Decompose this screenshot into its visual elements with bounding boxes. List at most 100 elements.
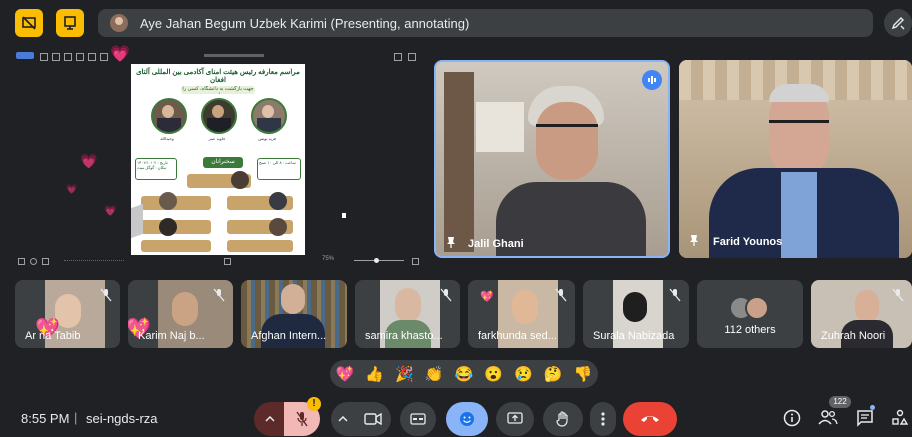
date-box: تاریخ : ۱۴۰۲/۱۰/۰۲ مکان : گوگل میت [135,158,177,180]
reaction-thumbs-up-button[interactable]: 👍 [365,365,384,383]
toolbar-icon[interactable] [42,258,49,265]
reaction-sad-button[interactable]: 😢 [514,365,533,383]
participant-name: Farid Younos [713,236,783,248]
person-face [395,288,421,322]
toolbar-icon[interactable] [412,258,419,265]
pin-icon[interactable] [689,234,699,249]
toolbar-icon[interactable] [224,258,231,265]
heart-reaction-icon: 💗 [80,153,98,169]
toolbar-icon[interactable] [30,258,37,265]
presenter-banner: Aye Jahan Begum Uzbek Karimi (Presenting… [98,9,873,37]
present-now-button[interactable] [496,402,534,436]
person-face [623,292,647,322]
reaction-thinking-button[interactable]: 🤔 [544,365,563,383]
more-vert-icon [601,412,605,426]
logo-flag [131,203,143,239]
mic-off-icon [892,288,904,302]
toolbar-icon[interactable] [76,53,84,61]
toolbar-icon[interactable] [18,258,25,265]
participant-tile[interactable]: Afghan Intern... [241,280,347,348]
section-label: سخنرانان [203,157,243,168]
speaker-photo [151,98,187,134]
speaker-photo [269,218,287,236]
person-hair [769,84,829,102]
participant-tile-farid-younos[interactable]: Farid Younos [679,60,912,258]
speaker-caption: جاوید عمر [208,136,226,141]
participant-tile[interactable]: 💖 Karim Naj b... [128,280,233,348]
reaction-heart-button[interactable]: 💖 [336,365,355,383]
toolbar-icon[interactable] [408,53,416,61]
audio-indicator-icon [642,70,662,90]
slide-toolbar [14,50,424,62]
emoji-icon [460,412,474,426]
reaction-party-button[interactable]: 🎉 [395,365,414,383]
toolbar-icon[interactable] [64,53,72,61]
participant-tile[interactable]: 💖 Ar na Tabib [15,280,120,348]
pin-icon[interactable] [446,236,456,251]
reaction-surprised-button[interactable]: 😮 [484,365,503,383]
participant-name: farkhunda sed... [478,330,557,342]
toolbar-icon[interactable] [52,53,60,61]
toolbar-icon[interactable] [16,52,34,59]
toolbar-icon[interactable] [100,53,108,61]
reactions-bar: 💖 👍 🎉 👏 😂 😮 😢 🤔 👎 [330,360,598,388]
wall-papers [476,102,524,152]
reactions-button[interactable] [446,402,488,436]
person-glasses [769,120,829,137]
chevron-up-icon [265,416,275,422]
person-face [281,284,305,314]
audio-options-button[interactable] [254,402,286,436]
participant-tile[interactable]: samira khasto... [355,280,460,348]
toolbar-icon[interactable] [40,53,48,61]
more-options-button[interactable] [590,402,616,436]
zoom-level[interactable]: 75% [322,256,334,262]
info-icon [783,409,801,427]
warning-badge: ! [307,397,321,411]
mouse-cursor-icon [342,213,346,218]
zoom-slider-handle[interactable] [374,258,379,263]
speaker-row [227,240,293,252]
participant-tile-jalil-ghani[interactable]: Jalil Ghani [434,60,670,258]
speaker-photo [159,192,177,210]
chat-button[interactable] [856,409,876,429]
heart-reaction-icon: 💗 [66,184,78,194]
speaker-caption: وحیدالله [160,136,174,141]
participant-tile[interactable]: Zuhrah Noori [811,280,912,348]
annotate-button[interactable] [884,9,912,37]
activities-button[interactable] [891,409,911,429]
meeting-details-button[interactable] [783,409,803,429]
participant-name: Surala Nabizada [593,330,675,342]
video-options-button[interactable] [331,402,355,436]
present-window-button[interactable] [56,9,84,37]
camera-toggle-button[interactable] [355,402,391,436]
toolbar-icon[interactable] [88,53,96,61]
raise-hand-button[interactable] [543,402,583,436]
mic-off-icon [213,288,225,302]
participant-tile[interactable]: 💖 farkhunda sed... [468,280,575,348]
speaker-photo [251,98,287,134]
speaker-photo [159,218,177,236]
participant-name: samira khasto... [365,330,443,342]
participant-name: Zuhrah Noori [821,330,886,342]
reaction-thumbs-down-button[interactable]: 👎 [574,365,593,383]
others-tile[interactable]: 112 others [697,280,803,348]
people-button[interactable] [818,409,840,429]
participant-tile[interactable]: Surala Nabizada [583,280,689,348]
mic-off-icon [669,288,681,302]
mic-off-icon [100,288,112,302]
captions-button[interactable] [400,402,436,436]
leave-call-button[interactable] [623,402,677,436]
reaction-laugh-button[interactable]: 😂 [455,365,474,383]
captions-icon [410,413,426,425]
speaker-caption: فرید یونس [258,136,276,141]
toolbar-icon[interactable] [394,53,402,61]
others-count: 112 others [724,324,776,336]
slide-bottombar: 75% [14,255,424,267]
chevron-up-icon [338,416,348,422]
stop-presenting-button[interactable] [15,9,43,37]
person-face [172,292,198,326]
zoom-slider[interactable] [354,260,404,261]
shared-slide: مراسم معارفه رئیس هیئت امنای آکادمی بین … [131,64,305,255]
reaction-clap-button[interactable]: 👏 [425,365,444,383]
mic-off-icon [296,411,308,427]
